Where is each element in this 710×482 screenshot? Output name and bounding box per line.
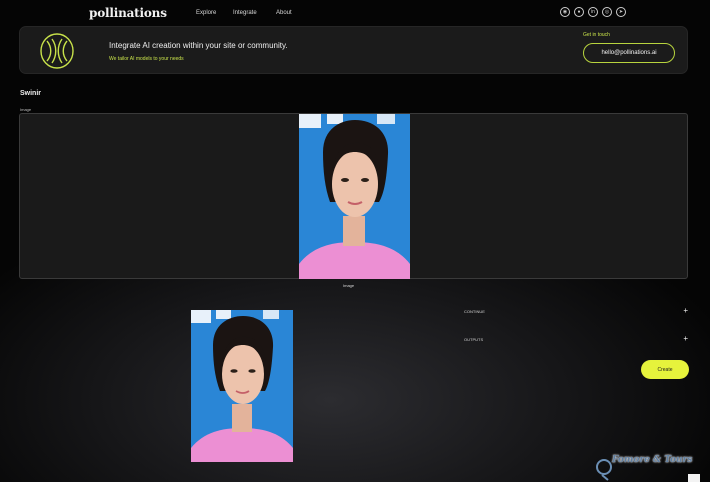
nav-integrate[interactable]: Integrate (233, 10, 257, 16)
watermark-text: Fomore & Tours (612, 455, 693, 465)
top-nav: pollinations Explore Integrate About ◉ ●… (0, 0, 710, 26)
outputs-parameter[interactable]: OUTPUTS + (464, 335, 688, 349)
continue-parameter-label: CONTINUE (464, 309, 485, 314)
github-icon[interactable]: ● (574, 7, 584, 17)
outputs-parameter-label: OUTPUTS (464, 337, 484, 342)
output-portrait-image (191, 310, 293, 462)
nav-about[interactable]: About (276, 10, 292, 16)
get-in-touch-label: Get in touch (583, 32, 610, 38)
corner-square (688, 474, 700, 482)
create-button[interactable]: Create (641, 360, 689, 379)
page: pollinations Explore Integrate About ◉ ●… (0, 0, 710, 482)
brand-logo[interactable]: pollinations (89, 6, 167, 20)
page-title: Swinir (20, 90, 42, 97)
discord-icon[interactable]: ◉ (560, 7, 570, 17)
input-label: Image (20, 107, 32, 112)
input-portrait-image (299, 114, 410, 279)
integrate-banner: Integrate AI creation within your site o… (19, 26, 688, 74)
pollinations-logo-icon (40, 33, 74, 69)
telegram-icon[interactable]: ➤ (616, 7, 626, 17)
linkedin-icon[interactable]: in (588, 7, 598, 17)
expand-plus-icon[interactable]: + (683, 335, 688, 343)
nav-explore[interactable]: Explore (196, 10, 216, 16)
expand-plus-icon[interactable]: + (683, 307, 688, 315)
instagram-icon[interactable]: ◎ (602, 7, 612, 17)
banner-title: Integrate AI creation within your site o… (109, 41, 288, 50)
output-caption: Image (343, 283, 355, 288)
continue-parameter[interactable]: CONTINUE + (464, 307, 688, 321)
social-links: ◉ ● in ◎ ➤ (560, 7, 626, 17)
email-button[interactable]: hello@pollinations.ai (583, 43, 675, 63)
banner-subtitle: We tailor AI models to your needs (109, 56, 184, 62)
image-dropzone[interactable] (19, 113, 688, 279)
